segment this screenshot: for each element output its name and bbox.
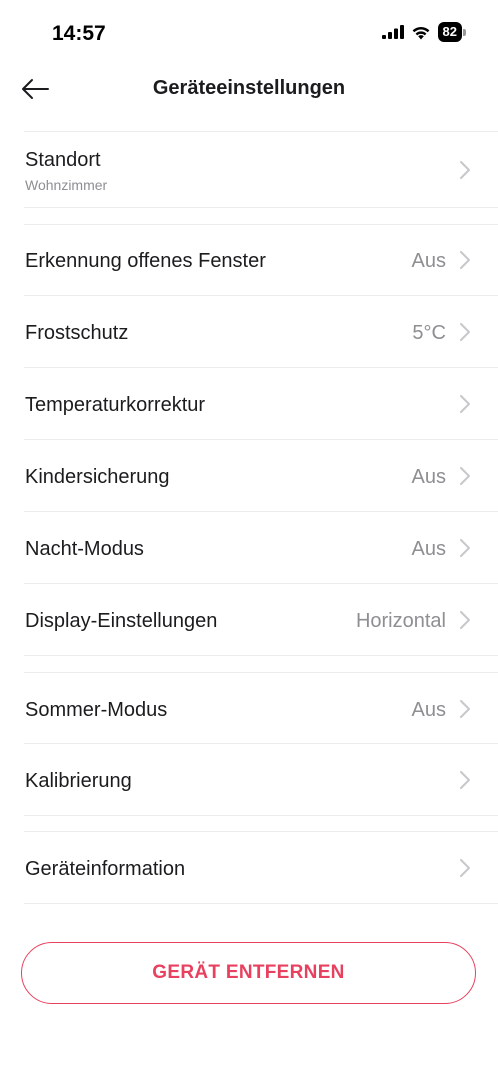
- row-label: Display-Einstellungen: [25, 610, 218, 632]
- row-value: Horizontal: [355, 610, 446, 632]
- row-value: Aus: [411, 466, 446, 488]
- navigation-bar: Geräteeinstellungen: [0, 64, 498, 116]
- cellular-signal-icon: [381, 25, 404, 39]
- divider: [24, 903, 498, 904]
- row-label: Geräteinformation: [25, 858, 186, 880]
- chevron-right-icon: [460, 395, 470, 413]
- row-label: Kindersicherung: [25, 466, 170, 488]
- row-label: Sommer-Modus: [25, 699, 168, 721]
- row-value: Aus: [411, 250, 446, 272]
- row-label: Erkennung offenes Fenster: [25, 250, 266, 272]
- battery-level: 82: [437, 22, 462, 42]
- status-time: 14:57: [52, 22, 106, 45]
- settings-row-open-window-detection[interactable]: Erkennung offenes Fenster Aus: [0, 224, 498, 295]
- chevron-right-icon: [460, 467, 470, 485]
- row-label: Standort: [25, 149, 101, 171]
- settings-row-night-mode[interactable]: Nacht-Modus Aus: [0, 511, 498, 583]
- chevron-right-icon: [460, 859, 470, 877]
- status-icons: 82: [381, 22, 466, 42]
- chevron-right-icon: [460, 771, 470, 789]
- chevron-right-icon: [460, 251, 470, 269]
- row-value: Aus: [411, 699, 446, 721]
- row-label: Frostschutz: [25, 322, 129, 344]
- chevron-right-icon: [460, 700, 470, 718]
- chevron-right-icon: [460, 539, 470, 557]
- chevron-right-icon: [460, 323, 470, 341]
- battery-cap: [463, 28, 466, 36]
- row-value: Aus: [411, 538, 446, 560]
- battery-indicator: 82: [437, 22, 466, 42]
- row-label: Temperaturkorrektur: [25, 394, 206, 416]
- status-bar: 14:57 82: [0, 0, 498, 64]
- settings-row-temperature-correction[interactable]: Temperaturkorrektur: [0, 367, 498, 439]
- chevron-right-icon: [460, 161, 470, 179]
- settings-row-calibration[interactable]: Kalibrierung: [0, 743, 498, 815]
- row-sublabel: Wohnzimmer: [25, 177, 108, 193]
- settings-row-frost-protection[interactable]: Frostschutz 5°C: [0, 295, 498, 367]
- row-value: 5°C: [412, 322, 446, 344]
- settings-row-child-lock[interactable]: Kindersicherung Aus: [0, 439, 498, 511]
- divider: [24, 815, 498, 816]
- settings-row-display-settings[interactable]: Display-Einstellungen Horizontal: [0, 583, 498, 655]
- settings-row-location[interactable]: Standort Wohnzimmer: [0, 131, 498, 207]
- row-label: Kalibrierung: [25, 770, 132, 792]
- divider: [24, 207, 498, 208]
- settings-row-summer-mode[interactable]: Sommer-Modus Aus: [0, 672, 498, 743]
- divider: [24, 655, 498, 656]
- row-label: Nacht-Modus: [25, 538, 144, 560]
- remove-device-button[interactable]: GERÄT ENTFERNEN: [21, 942, 476, 1004]
- page-title: Geräteeinstellungen: [152, 77, 346, 99]
- chevron-right-icon: [460, 611, 470, 629]
- settings-row-device-information[interactable]: Geräteinformation: [0, 831, 498, 903]
- wifi-icon: [412, 26, 429, 39]
